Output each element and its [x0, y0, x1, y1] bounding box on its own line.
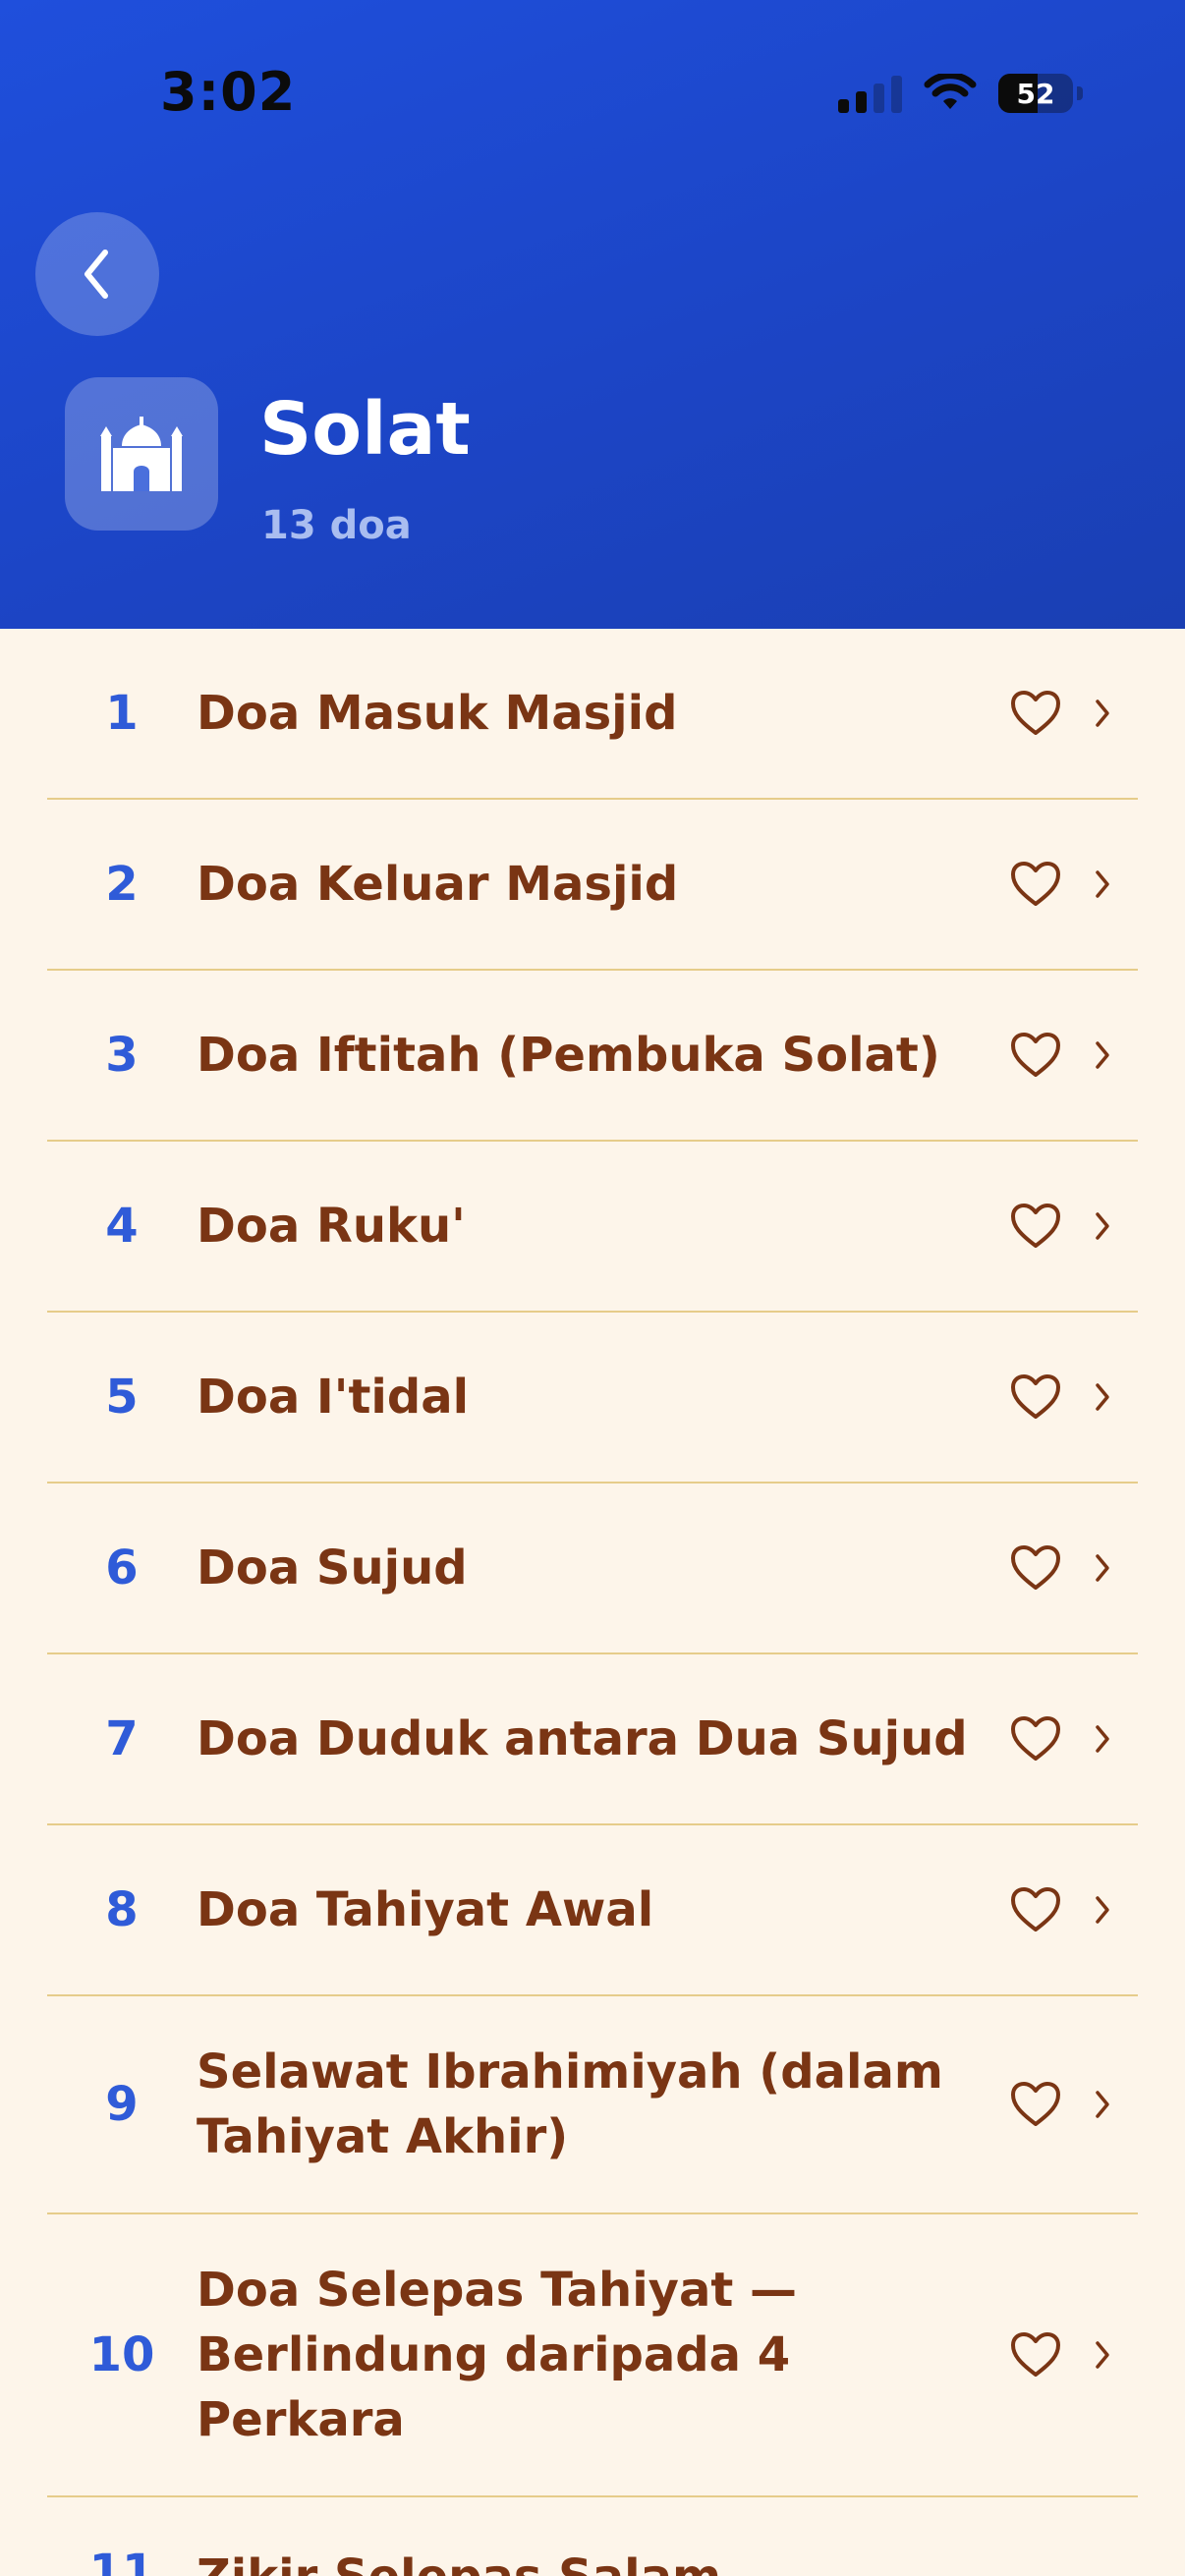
open-button[interactable] — [1083, 1040, 1122, 1070]
list-item[interactable]: 1 Doa Masuk Masjid — [47, 629, 1138, 800]
item-number: 10 — [88, 2327, 155, 2382]
item-number: 3 — [105, 1028, 139, 1083]
item-number: 4 — [105, 1199, 139, 1254]
favorite-button[interactable] — [1006, 2331, 1065, 2379]
list-item[interactable]: 10 Doa Selepas Tahiyat — Berlindung dari… — [47, 2214, 1138, 2497]
item-number: 9 — [105, 2077, 139, 2132]
heart-icon — [1011, 2332, 1060, 2377]
heart-icon — [1011, 1716, 1060, 1761]
item-title: Doa Ruku' — [197, 1199, 466, 1254]
chevron-right-icon — [1096, 2091, 1109, 2118]
favorite-button[interactable] — [1006, 1715, 1065, 1763]
favorite-button[interactable] — [1006, 1203, 1065, 1250]
chevron-right-icon — [1096, 1212, 1109, 1240]
list-item[interactable]: 11 Zikir Selepas Salam — — [47, 2497, 1138, 2576]
item-number: 5 — [105, 1370, 139, 1425]
favorite-button[interactable] — [1006, 1373, 1065, 1421]
heart-icon — [1011, 1887, 1060, 1932]
chevron-right-icon — [1096, 870, 1109, 898]
item-number: 1 — [105, 686, 139, 741]
list-item[interactable]: 8 Doa Tahiyat Awal — [47, 1825, 1138, 1996]
list-item[interactable]: 2 Doa Keluar Masjid — [47, 800, 1138, 971]
item-number: 8 — [105, 1882, 139, 1937]
favorite-button[interactable] — [1006, 861, 1065, 908]
item-title: Zikir Selepas Salam — — [197, 2545, 1138, 2576]
favorite-button[interactable] — [1006, 2081, 1065, 2128]
item-title: Doa I'tidal — [197, 1370, 470, 1425]
open-button[interactable] — [1083, 2090, 1122, 2119]
item-title: Selawat Ibrahimiyah (dalam Tahiyat Akhir… — [197, 2044, 943, 2164]
item-title: Doa Duduk antara Dua Sujud — [197, 1711, 968, 1766]
open-button[interactable] — [1083, 1724, 1122, 1754]
item-title: Doa Iftitah (Pembuka Solat) — [197, 1028, 940, 1083]
heart-icon — [1011, 2082, 1060, 2126]
chevron-right-icon — [1096, 1383, 1109, 1411]
category-header: 3:02 52 Solat 13 doa — [0, 0, 1185, 629]
favorite-button[interactable] — [1006, 1544, 1065, 1592]
category-count: 13 doa — [261, 503, 412, 548]
doa-list: 1 Doa Masuk Masjid 2 Doa Keluar Masjid 3… — [47, 629, 1138, 2576]
open-button[interactable] — [1083, 869, 1122, 899]
chevron-left-icon — [85, 250, 108, 299]
open-button[interactable] — [1083, 1553, 1122, 1583]
wifi-icon — [924, 74, 977, 109]
chevron-right-icon — [1096, 2341, 1109, 2369]
category-title: Solat — [259, 387, 471, 472]
signal-icon — [838, 74, 902, 113]
open-button[interactable] — [1083, 1382, 1122, 1412]
battery-icon: 52 — [998, 74, 1073, 113]
item-number: 7 — [105, 1711, 139, 1766]
heart-icon — [1011, 691, 1060, 735]
item-title: Doa Masuk Masjid — [197, 686, 678, 741]
open-button[interactable] — [1083, 2340, 1122, 2370]
heart-icon — [1011, 1204, 1060, 1248]
status-time: 3:02 — [160, 61, 297, 123]
favorite-button[interactable] — [1006, 690, 1065, 737]
item-number: 2 — [105, 857, 139, 912]
item-title: Doa Keluar Masjid — [197, 857, 679, 912]
open-button[interactable] — [1083, 699, 1122, 728]
list-item[interactable]: 7 Doa Duduk antara Dua Sujud — [47, 1654, 1138, 1825]
heart-icon — [1011, 862, 1060, 906]
list-item[interactable]: 3 Doa Iftitah (Pembuka Solat) — [47, 971, 1138, 1142]
item-number: 11 — [88, 2545, 155, 2576]
item-title: Doa Selepas Tahiyat — Berlindung daripad… — [197, 2263, 797, 2447]
list-item[interactable]: 5 Doa I'tidal — [47, 1313, 1138, 1484]
heart-icon — [1011, 1033, 1060, 1077]
list-item[interactable]: 4 Doa Ruku' — [47, 1142, 1138, 1313]
favorite-button[interactable] — [1006, 1032, 1065, 1079]
chevron-right-icon — [1096, 1725, 1109, 1753]
item-title: Doa Tahiyat Awal — [197, 1882, 654, 1937]
chevron-right-icon — [1096, 1554, 1109, 1582]
chevron-right-icon — [1096, 1896, 1109, 1924]
item-number: 6 — [105, 1540, 139, 1596]
open-button[interactable] — [1083, 1895, 1122, 1925]
back-button[interactable] — [35, 212, 159, 336]
battery-percent: 52 — [1016, 77, 1055, 110]
list-item[interactable]: 9 Selawat Ibrahimiyah (dalam Tahiyat Akh… — [47, 1996, 1138, 2214]
chevron-right-icon — [1096, 700, 1109, 727]
status-icons: 52 — [838, 71, 1083, 116]
heart-icon — [1011, 1545, 1060, 1590]
chevron-right-icon — [1096, 1041, 1109, 1069]
open-button[interactable] — [1083, 1211, 1122, 1241]
battery-tip — [1077, 86, 1083, 100]
favorite-button[interactable] — [1006, 1886, 1065, 1933]
list-item[interactable]: 6 Doa Sujud — [47, 1484, 1138, 1654]
heart-icon — [1011, 1374, 1060, 1419]
item-title: Doa Sujud — [197, 1540, 468, 1596]
category-icon-box — [65, 377, 218, 531]
mosque-icon — [100, 417, 183, 491]
